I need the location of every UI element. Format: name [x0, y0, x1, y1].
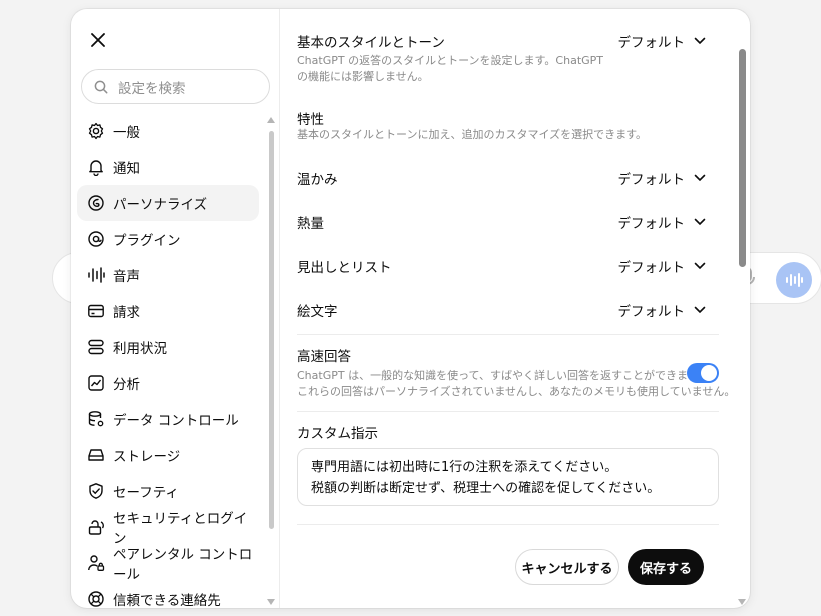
custom-instructions-line2: 税額の判断は断定せず、税理士への確認を促してください。: [311, 481, 661, 496]
sidebar-item-label: 分析: [113, 377, 140, 393]
sidebar-item-analytics[interactable]: 分析: [77, 365, 259, 401]
content-scrollbar[interactable]: [736, 9, 748, 608]
chevron-down-icon: [694, 262, 706, 270]
sidebar-item-data-controls[interactable]: データ コントロール: [77, 401, 259, 437]
lock-icon: [87, 518, 105, 536]
toggle-knob: [701, 365, 717, 381]
sidebar-item-label: ストレージ: [113, 449, 181, 465]
sidebar-item-parental-controls[interactable]: ペアレンタル コントロール: [77, 545, 259, 583]
close-button[interactable]: [85, 27, 111, 53]
chevron-down-icon: [694, 218, 706, 226]
settings-content: 基本のスタイルとトーン ChatGPT の返答のスタイルとトーンを設定します。C…: [281, 9, 750, 608]
sidebar-item-voice[interactable]: 音声: [77, 257, 259, 293]
cancel-button[interactable]: キャンセルする: [515, 549, 619, 585]
traits-description: 基本のスタイルとトーンに加え、追加のカスタマイズを選択できます。: [297, 128, 648, 141]
sidebar-item-label: 通知: [113, 161, 140, 177]
personalize-icon: [87, 194, 105, 212]
sidebar-item-label: セキュリティとログイン: [113, 511, 248, 547]
sidebar-item-label: 信頼できる連絡先: [113, 593, 221, 608]
content-scroll-thumb[interactable]: [739, 49, 746, 267]
plugin-icon: [87, 230, 105, 248]
parental-icon: [87, 554, 105, 572]
chevron-down-icon: [694, 306, 706, 314]
dropdown-value: デフォルト: [617, 216, 686, 232]
contact-icon: [87, 590, 105, 608]
base-style-title: 基本のスタイルとトーン: [297, 35, 445, 51]
shield-icon: [87, 482, 105, 500]
settings-sidebar: 設定を検索 一般 通知 パーソナライズ プラグイン 音声 請求 利用状況 分析 …: [71, 9, 280, 608]
sidebar-item-label: セーフティ: [113, 485, 179, 501]
scroll-down-arrow-icon[interactable]: [738, 599, 746, 605]
dropdown-value: デフォルト: [617, 35, 686, 51]
sidebar-item-label: パーソナライズ: [113, 197, 208, 213]
traits-title: 特性: [297, 112, 324, 128]
sidebar-item-label: 利用状況: [113, 341, 167, 357]
settings-dialog: 設定を検索 一般 通知 パーソナライズ プラグイン 音声 請求 利用状況 分析 …: [71, 9, 750, 608]
sidebar-item-safety[interactable]: セーフティ: [77, 473, 259, 509]
chevron-down-icon: [694, 37, 706, 45]
enthusiasm-dropdown[interactable]: デフォルト: [618, 212, 707, 232]
sidebar-item-trusted-contacts[interactable]: 信頼できる連絡先: [77, 581, 259, 608]
custom-instructions-textarea[interactable]: 専門用語には初出時に1行の注釈を添えてください。 税額の判断は断定せず、税理士へ…: [297, 448, 719, 506]
chevron-down-icon: [694, 174, 706, 182]
enthusiasm-title: 熱量: [297, 216, 324, 232]
sidebar-item-label: データ コントロール: [113, 413, 239, 429]
warmth-title: 温かみ: [297, 172, 338, 188]
emoji-title: 絵文字: [297, 304, 338, 320]
sidebar-item-plugins[interactable]: プラグイン: [77, 221, 259, 257]
sidebar-item-label: ペアレンタル コントロール: [113, 547, 253, 583]
sidebar-item-general[interactable]: 一般: [77, 113, 259, 149]
bell-icon: [87, 158, 105, 176]
storage-icon: [87, 446, 105, 464]
save-button[interactable]: 保存する: [628, 549, 704, 585]
divider: [297, 411, 719, 412]
sidebar-item-usage[interactable]: 利用状況: [77, 329, 259, 365]
base-style-desc-line1: ChatGPT の返答のスタイルとトーンを設定します。ChatGPT: [297, 54, 604, 67]
divider: [297, 334, 719, 335]
dropdown-value: デフォルト: [617, 260, 686, 276]
dropdown-value: デフォルト: [617, 304, 686, 320]
scroll-down-arrow-icon[interactable]: [267, 599, 275, 605]
fast-answer-desc-line1: ChatGPT は、一般的な知識を使って、すばやく詳しい回答を返すことができます…: [297, 369, 709, 382]
search-icon: [94, 80, 108, 93]
sidebar-item-notifications[interactable]: 通知: [77, 149, 259, 185]
database-icon: [87, 410, 105, 428]
sidebar-scroll-thumb[interactable]: [269, 131, 274, 529]
fast-answer-desc-line2: これらの回答はパーソナライズされていませんし、あなたのメモリも使用していません。: [297, 385, 736, 398]
warmth-dropdown[interactable]: デフォルト: [618, 168, 707, 188]
sidebar-scrollbar[interactable]: [267, 117, 275, 605]
sidebar-item-personalization[interactable]: パーソナライズ: [77, 185, 259, 221]
sidebar-item-security[interactable]: セキュリティとログイン: [77, 509, 259, 547]
divider: [297, 524, 719, 525]
sidebar-item-label: 音声: [113, 269, 140, 285]
usage-icon: [87, 338, 105, 356]
sidebar-item-storage[interactable]: ストレージ: [77, 437, 259, 473]
sidebar-item-label: 一般: [113, 125, 140, 141]
search-placeholder: 設定を検索: [118, 80, 186, 97]
voice-mode-icon: [776, 262, 812, 298]
fast-answer-description: ChatGPT は、一般的な知識を使って、すばやく詳しい回答を返すことができます…: [297, 368, 735, 400]
headings-lists-dropdown[interactable]: デフォルト: [618, 256, 707, 276]
fast-answer-title: 高速回答: [297, 349, 351, 365]
sidebar-item-label: 請求: [113, 305, 140, 321]
sidebar-item-billing[interactable]: 請求: [77, 293, 259, 329]
dropdown-value: デフォルト: [617, 172, 686, 188]
credit-card-icon: [87, 302, 105, 320]
fast-answer-toggle[interactable]: [687, 363, 719, 383]
base-style-description: ChatGPT の返答のスタイルとトーンを設定します。ChatGPT の機能には…: [297, 53, 603, 85]
sidebar-item-label: プラグイン: [113, 233, 181, 249]
gear-icon: [87, 122, 105, 140]
headings-lists-title: 見出しとリスト: [297, 260, 392, 276]
close-icon: [91, 33, 105, 47]
settings-search-input[interactable]: 設定を検索: [81, 69, 270, 104]
custom-instructions-title: カスタム指示: [297, 426, 378, 442]
base-style-dropdown[interactable]: デフォルト: [618, 31, 707, 51]
custom-instructions-line1: 専門用語には初出時に1行の注釈を添えてください。: [311, 460, 618, 475]
emoji-dropdown[interactable]: デフォルト: [618, 300, 707, 320]
settings-nav: 一般 通知 パーソナライズ プラグイン 音声 請求 利用状況 分析 データ コン…: [77, 113, 259, 608]
base-style-desc-line2: の機能には影響しません。: [297, 70, 429, 83]
scroll-up-arrow-icon[interactable]: [267, 117, 275, 123]
chart-icon: [87, 374, 105, 392]
waveform-icon: [87, 266, 105, 284]
